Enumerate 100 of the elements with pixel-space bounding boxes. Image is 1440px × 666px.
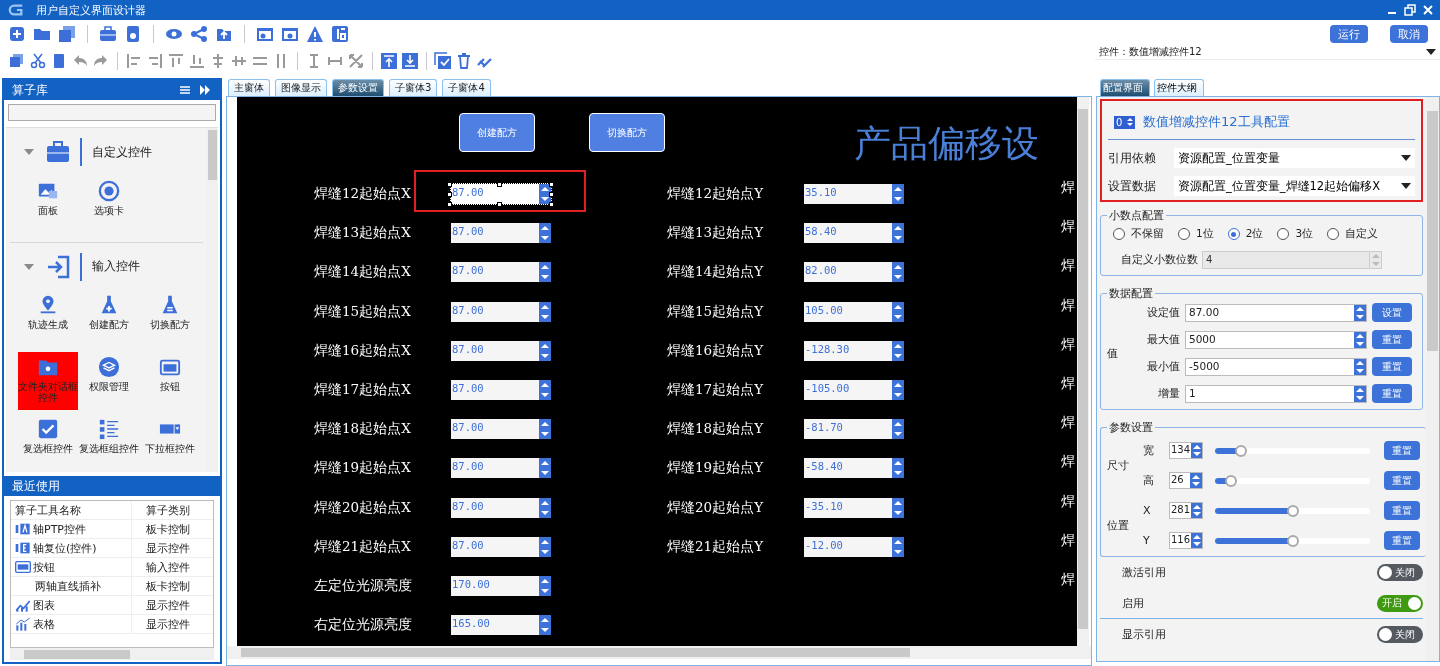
number-field[interactable]: -58.40: [804, 458, 904, 479]
number-field[interactable]: 26: [1169, 472, 1203, 489]
number-field[interactable]: 116: [1169, 532, 1203, 549]
copy-icon[interactable]: [58, 25, 76, 43]
reset-button[interactable]: 重置: [1384, 441, 1420, 460]
number-field[interactable]: 87.00: [451, 184, 551, 204]
radio-option[interactable]: 不保留: [1113, 227, 1164, 241]
radio-option[interactable]: 1位: [1178, 227, 1214, 241]
number-field[interactable]: -12.00: [804, 536, 904, 557]
fast-forward-icon[interactable]: [198, 83, 212, 97]
tool-item[interactable]: 按钮: [140, 352, 200, 410]
number-field[interactable]: 281: [1169, 502, 1203, 519]
resize-handle[interactable]: [497, 182, 502, 187]
expand-arrow-icon[interactable]: [24, 263, 34, 270]
slider[interactable]: [1215, 534, 1370, 547]
canvas-tab[interactable]: 子窗体4: [442, 79, 491, 96]
number-field[interactable]: -35.10: [804, 497, 904, 518]
close-icon[interactable]: [1422, 4, 1434, 16]
scrollbar[interactable]: [1077, 97, 1089, 646]
tool-item[interactable]: 轨迹生成: [18, 290, 78, 348]
align-bottom-icon[interactable]: [188, 52, 206, 70]
number-field[interactable]: 58.40: [804, 223, 904, 244]
number-field[interactable]: -105.00: [804, 380, 904, 400]
fit-icon[interactable]: [347, 52, 365, 70]
category-label[interactable]: 输入控件: [80, 252, 140, 281]
restore-icon[interactable]: [1404, 4, 1416, 16]
number-field[interactable]: 87.00: [451, 497, 551, 518]
align-right-icon[interactable]: [146, 52, 164, 70]
number-field[interactable]: 87.00: [451, 419, 551, 440]
number-field[interactable]: 170.00: [451, 576, 551, 596]
reset-button[interactable]: 重置: [1372, 384, 1412, 403]
canvas-tab[interactable]: 子窗体3: [389, 79, 438, 96]
new-file-icon[interactable]: [8, 25, 26, 43]
table-cell[interactable]: 按钮: [11, 559, 131, 575]
send-back-icon[interactable]: [401, 52, 419, 70]
number-field[interactable]: 5000: [1185, 330, 1367, 349]
number-field[interactable]: 134: [1169, 442, 1203, 459]
index-spinner[interactable]: 0: [1114, 115, 1135, 129]
table-cell[interactable]: 两轴直线插补: [11, 578, 131, 594]
device-icon[interactable]: [124, 25, 142, 43]
recipe-button[interactable]: 切换配方: [589, 113, 665, 152]
reset-button[interactable]: 重置: [1384, 531, 1420, 550]
tool-item[interactable]: 创建配方: [79, 290, 139, 348]
tool-item[interactable]: 复选框控件: [18, 414, 78, 472]
tool-item[interactable]: 权限管理: [79, 352, 139, 410]
warning-icon[interactable]: [306, 25, 324, 43]
number-field[interactable]: 87.00: [451, 380, 551, 400]
table-cell[interactable]: 图表: [11, 597, 131, 613]
recipe-button[interactable]: 创建配方: [459, 113, 535, 152]
slider[interactable]: [1215, 444, 1370, 457]
reset-button[interactable]: 设置: [1372, 303, 1412, 322]
tool-item[interactable]: 下拉框控件: [140, 414, 200, 472]
reset-button[interactable]: 重置: [1372, 330, 1412, 349]
tool-item[interactable]: 切换配方: [140, 290, 200, 348]
tool-item[interactable]: 面板: [18, 176, 78, 234]
trash-icon[interactable]: [455, 52, 473, 70]
scrollbar[interactable]: [227, 646, 1091, 659]
toggle-switch[interactable]: 关闭: [1377, 564, 1423, 581]
panel-tab[interactable]: 控件大纲: [1154, 79, 1204, 96]
bring-front-icon[interactable]: [380, 52, 398, 70]
copy-icon[interactable]: [8, 52, 26, 70]
number-field[interactable]: 87.00: [451, 458, 551, 479]
number-field[interactable]: 1: [1185, 384, 1367, 403]
number-field[interactable]: -81.70: [804, 419, 904, 440]
scissors-icon[interactable]: [29, 52, 47, 70]
table-cell[interactable]: 轴复位(控件): [11, 540, 131, 556]
toggle-switch[interactable]: 开启: [1377, 594, 1423, 612]
number-field[interactable]: 87.00: [1185, 303, 1367, 322]
slider[interactable]: [1215, 474, 1370, 487]
run-button[interactable]: 运行: [1330, 25, 1368, 43]
number-field[interactable]: 87.00: [451, 340, 551, 361]
number-field[interactable]: 35.10: [804, 184, 904, 204]
layout-icon[interactable]: [331, 25, 349, 43]
table-cell[interactable]: 表格: [11, 616, 131, 632]
number-field[interactable]: 82.00: [804, 262, 904, 283]
number-field[interactable]: -5000: [1185, 357, 1367, 376]
number-field[interactable]: 87.00: [451, 301, 551, 322]
resize-handle[interactable]: [497, 202, 502, 207]
number-field[interactable]: 165.00: [451, 615, 551, 636]
scrollbar[interactable]: [10, 648, 214, 660]
radio-option[interactable]: 2位: [1227, 227, 1264, 241]
number-field[interactable]: 87.00: [451, 223, 551, 244]
category-label[interactable]: 自定义控件: [80, 138, 152, 166]
radio-option[interactable]: 自定义: [1327, 227, 1379, 241]
briefcase-icon[interactable]: [99, 25, 117, 43]
dropdown[interactable]: 资源配置_位置变量_焊缝12起始偏移X: [1174, 176, 1415, 196]
search-field[interactable]: [8, 104, 216, 121]
canvas-tab[interactable]: 参数设置: [332, 79, 384, 96]
toggle-switch[interactable]: 关闭: [1377, 626, 1423, 643]
dropdown[interactable]: 资源配置_位置变量: [1174, 148, 1415, 168]
number-field[interactable]: 87.00: [451, 536, 551, 557]
canvas-tab[interactable]: 图像显示: [275, 79, 327, 96]
align-top-icon[interactable]: [167, 52, 185, 70]
reset-button[interactable]: 重置: [1372, 357, 1412, 376]
panel-tab[interactable]: 配置界面: [1100, 79, 1150, 96]
control-dropdown[interactable]: 控件：数值增减控件12: [1095, 44, 1440, 60]
canvas-tab[interactable]: 主窗体: [228, 79, 270, 96]
menu-icon[interactable]: [178, 83, 192, 97]
tool-item[interactable]: 文件夹对话框控件: [18, 352, 78, 410]
slider[interactable]: [1215, 504, 1370, 517]
